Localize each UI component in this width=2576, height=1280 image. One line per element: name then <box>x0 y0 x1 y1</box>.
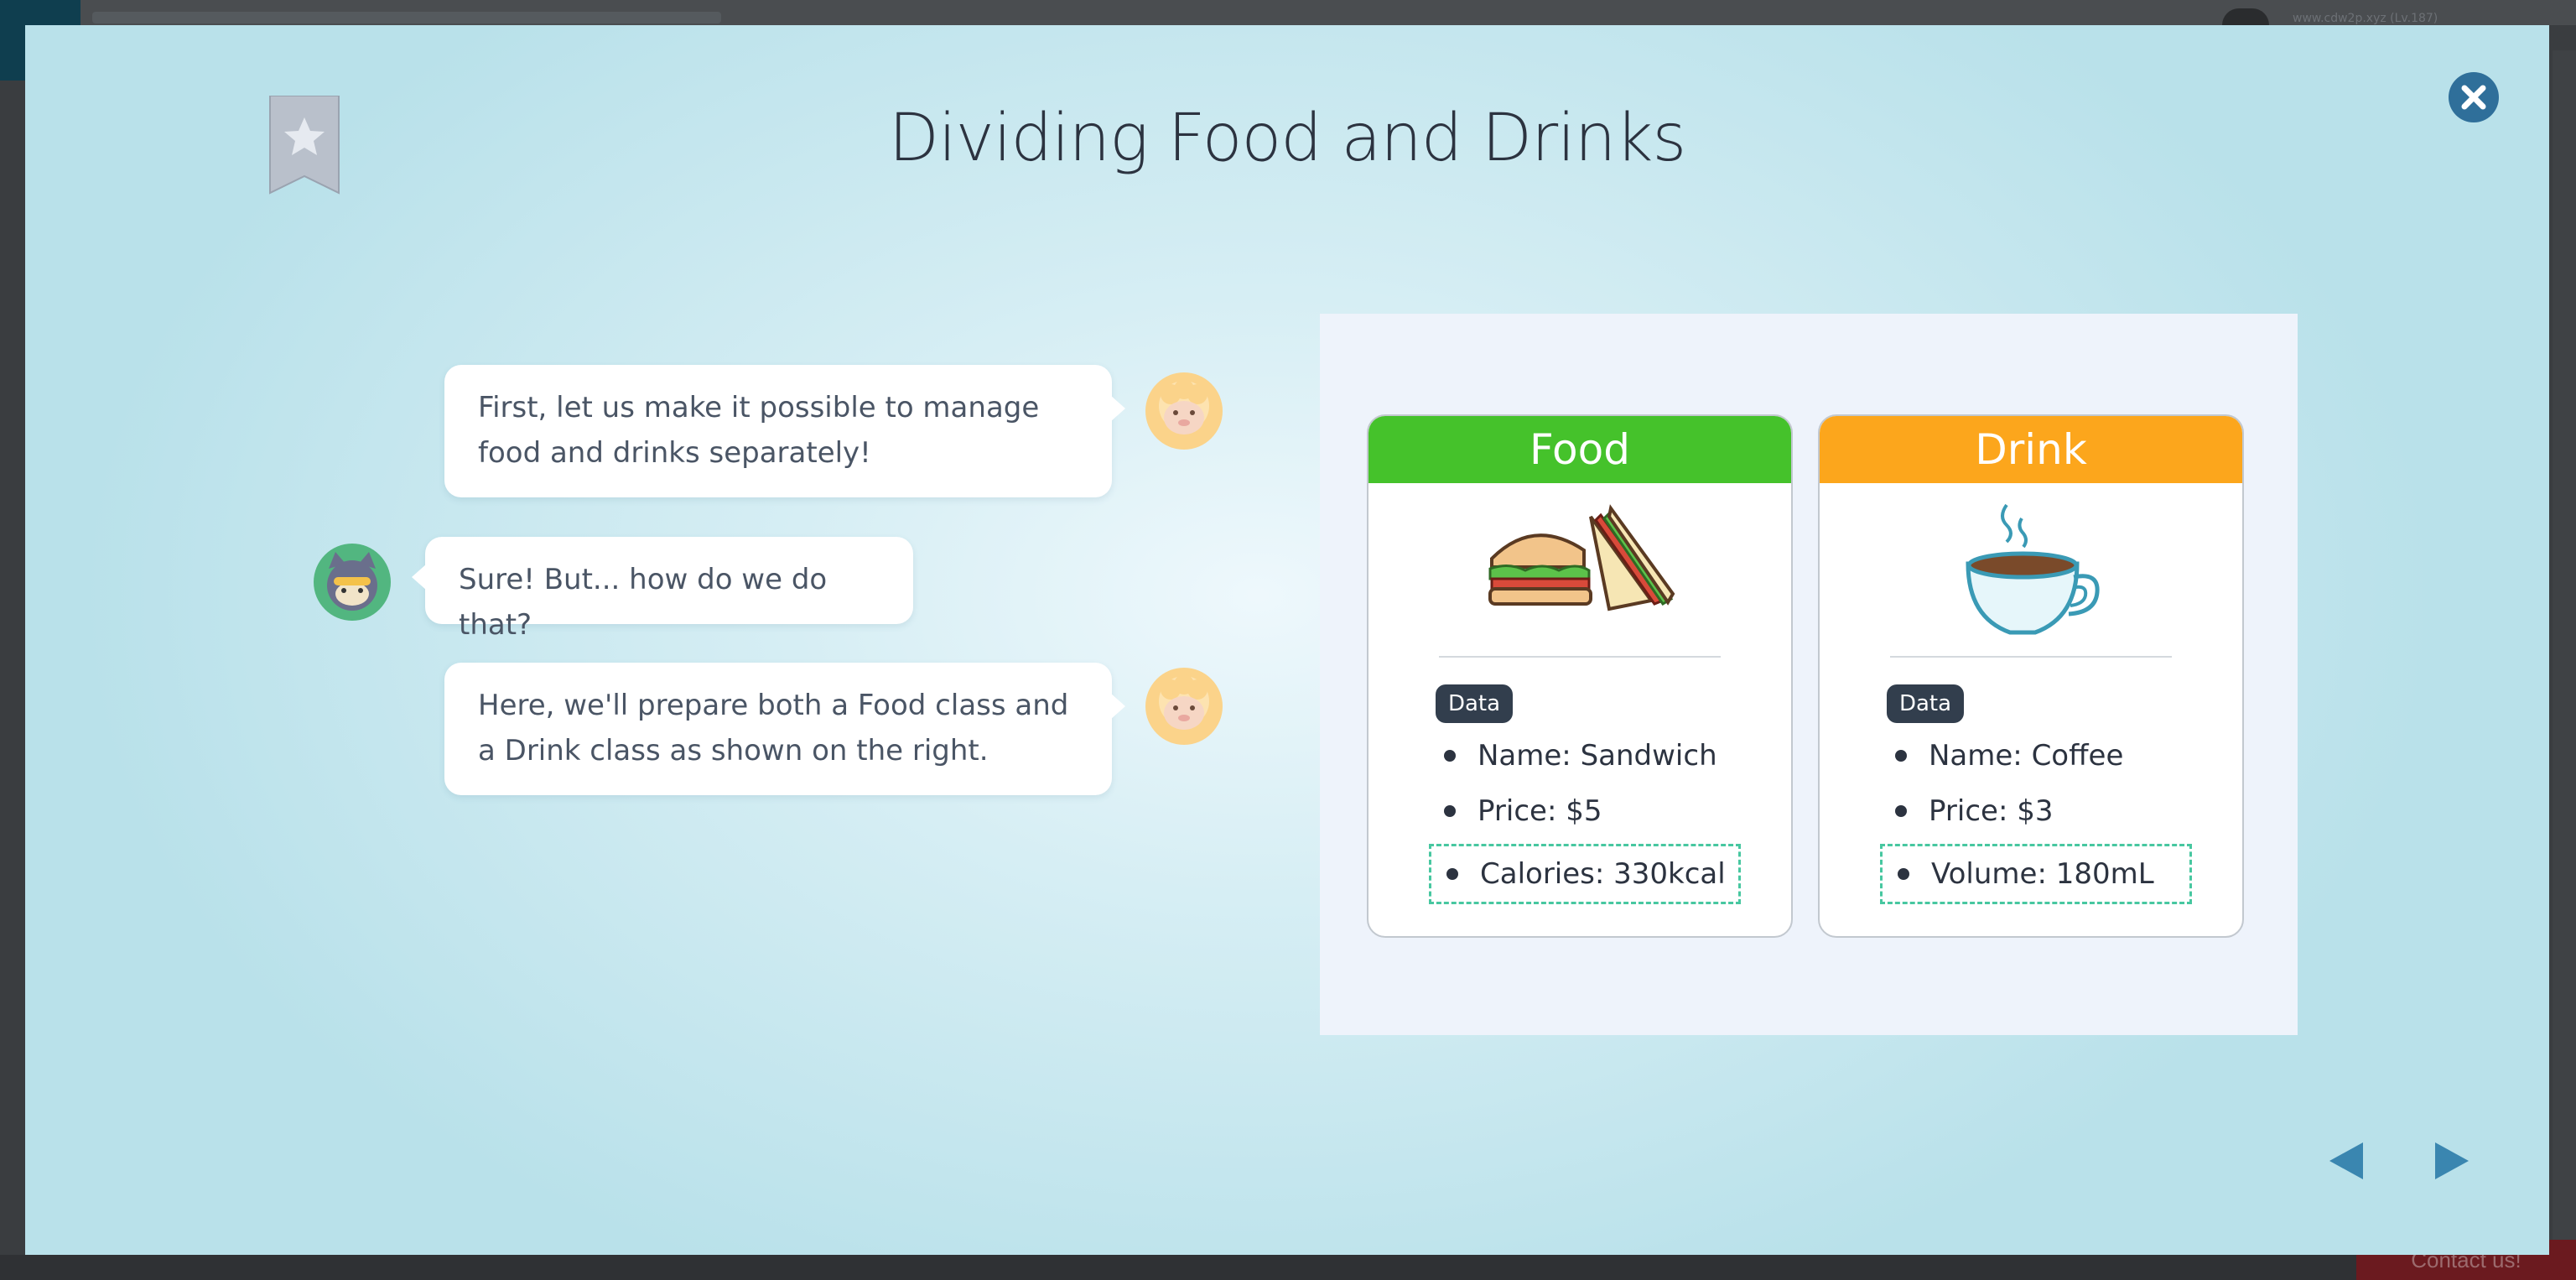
drink-card-header: Drink <box>1820 416 2242 483</box>
close-button[interactable] <box>2449 72 2499 122</box>
background-url-text: www.cdw2p.xyz (Lv.187) <box>2293 12 2438 25</box>
sheep-avatar-icon <box>1145 668 1223 745</box>
drink-card-divider <box>1890 656 2172 658</box>
drink-field-price-text: Price: $3 <box>1929 794 2054 828</box>
drink-field-volume: Volume: 180mL <box>1880 844 2192 904</box>
chat-bubble-sheep-1: First, let us make it possible to manage… <box>444 365 1125 497</box>
bullet-icon <box>1895 805 1907 817</box>
background-bottom-bar <box>0 1255 2576 1280</box>
food-field-price-text: Price: $5 <box>1478 794 1602 828</box>
food-field-calories: Calories: 330kcal <box>1429 844 1741 904</box>
background-scrollbar <box>2553 50 2576 1241</box>
previous-button[interactable] <box>2323 1136 2373 1186</box>
food-fields-list: Name: Sandwich Price: $5 Calories: 330kc… <box>1429 728 1753 904</box>
food-field-name-text: Name: Sandwich <box>1478 739 1717 773</box>
coffee-cup-icon <box>1820 500 2242 651</box>
bullet-icon <box>1444 750 1456 762</box>
class-diagram-panel: Food Data Name: Sandwich Price: $5 Calor… <box>1320 314 2298 1035</box>
sandwich-icon <box>1368 500 1791 651</box>
drink-field-name: Name: Coffee <box>1885 728 2204 783</box>
food-card-divider <box>1439 656 1721 658</box>
bullet-icon <box>1444 805 1456 817</box>
bullet-icon <box>1446 868 1458 880</box>
background-search-bar <box>92 12 721 23</box>
arrow-right-icon <box>2435 1142 2469 1179</box>
food-field-calories-text: Calories: 330kcal <box>1480 857 1726 891</box>
next-button[interactable] <box>2425 1136 2475 1186</box>
background-avatar <box>2222 8 2269 25</box>
sheep-avatar-icon <box>1145 372 1223 450</box>
drink-field-volume-text: Volume: 180mL <box>1931 857 2154 891</box>
food-card-header: Food <box>1368 416 1791 483</box>
drink-class-card: Drink Data Name: Coffee Price: $3 Volume… <box>1818 414 2244 938</box>
drink-data-tag: Data <box>1887 684 1964 723</box>
drink-fields-list: Name: Coffee Price: $3 Volume: 180mL <box>1880 728 2204 904</box>
bullet-icon <box>1895 750 1907 762</box>
drink-field-price: Price: $3 <box>1885 783 2204 839</box>
chat-bubble-cat: Sure! But... how do we do that? <box>412 537 913 642</box>
close-icon <box>2461 85 2486 110</box>
food-data-tag: Data <box>1436 684 1513 723</box>
food-field-name: Name: Sandwich <box>1434 728 1753 783</box>
food-class-card: Food Data Name: Sandwich Price: $5 Calor… <box>1367 414 1793 938</box>
arrow-left-icon <box>2329 1142 2363 1179</box>
cat-avatar-icon <box>314 544 391 621</box>
chat-bubble-sheep-2: Here, we'll prepare both a Food class an… <box>444 663 1125 795</box>
drink-field-name-text: Name: Coffee <box>1929 739 2124 773</box>
page-title: Dividing Food and Drinks <box>888 101 1686 176</box>
bullet-icon <box>1898 868 1909 880</box>
food-field-price: Price: $5 <box>1434 783 1753 839</box>
lesson-modal: Dividing Food and Drinks First, let us m… <box>25 25 2549 1255</box>
